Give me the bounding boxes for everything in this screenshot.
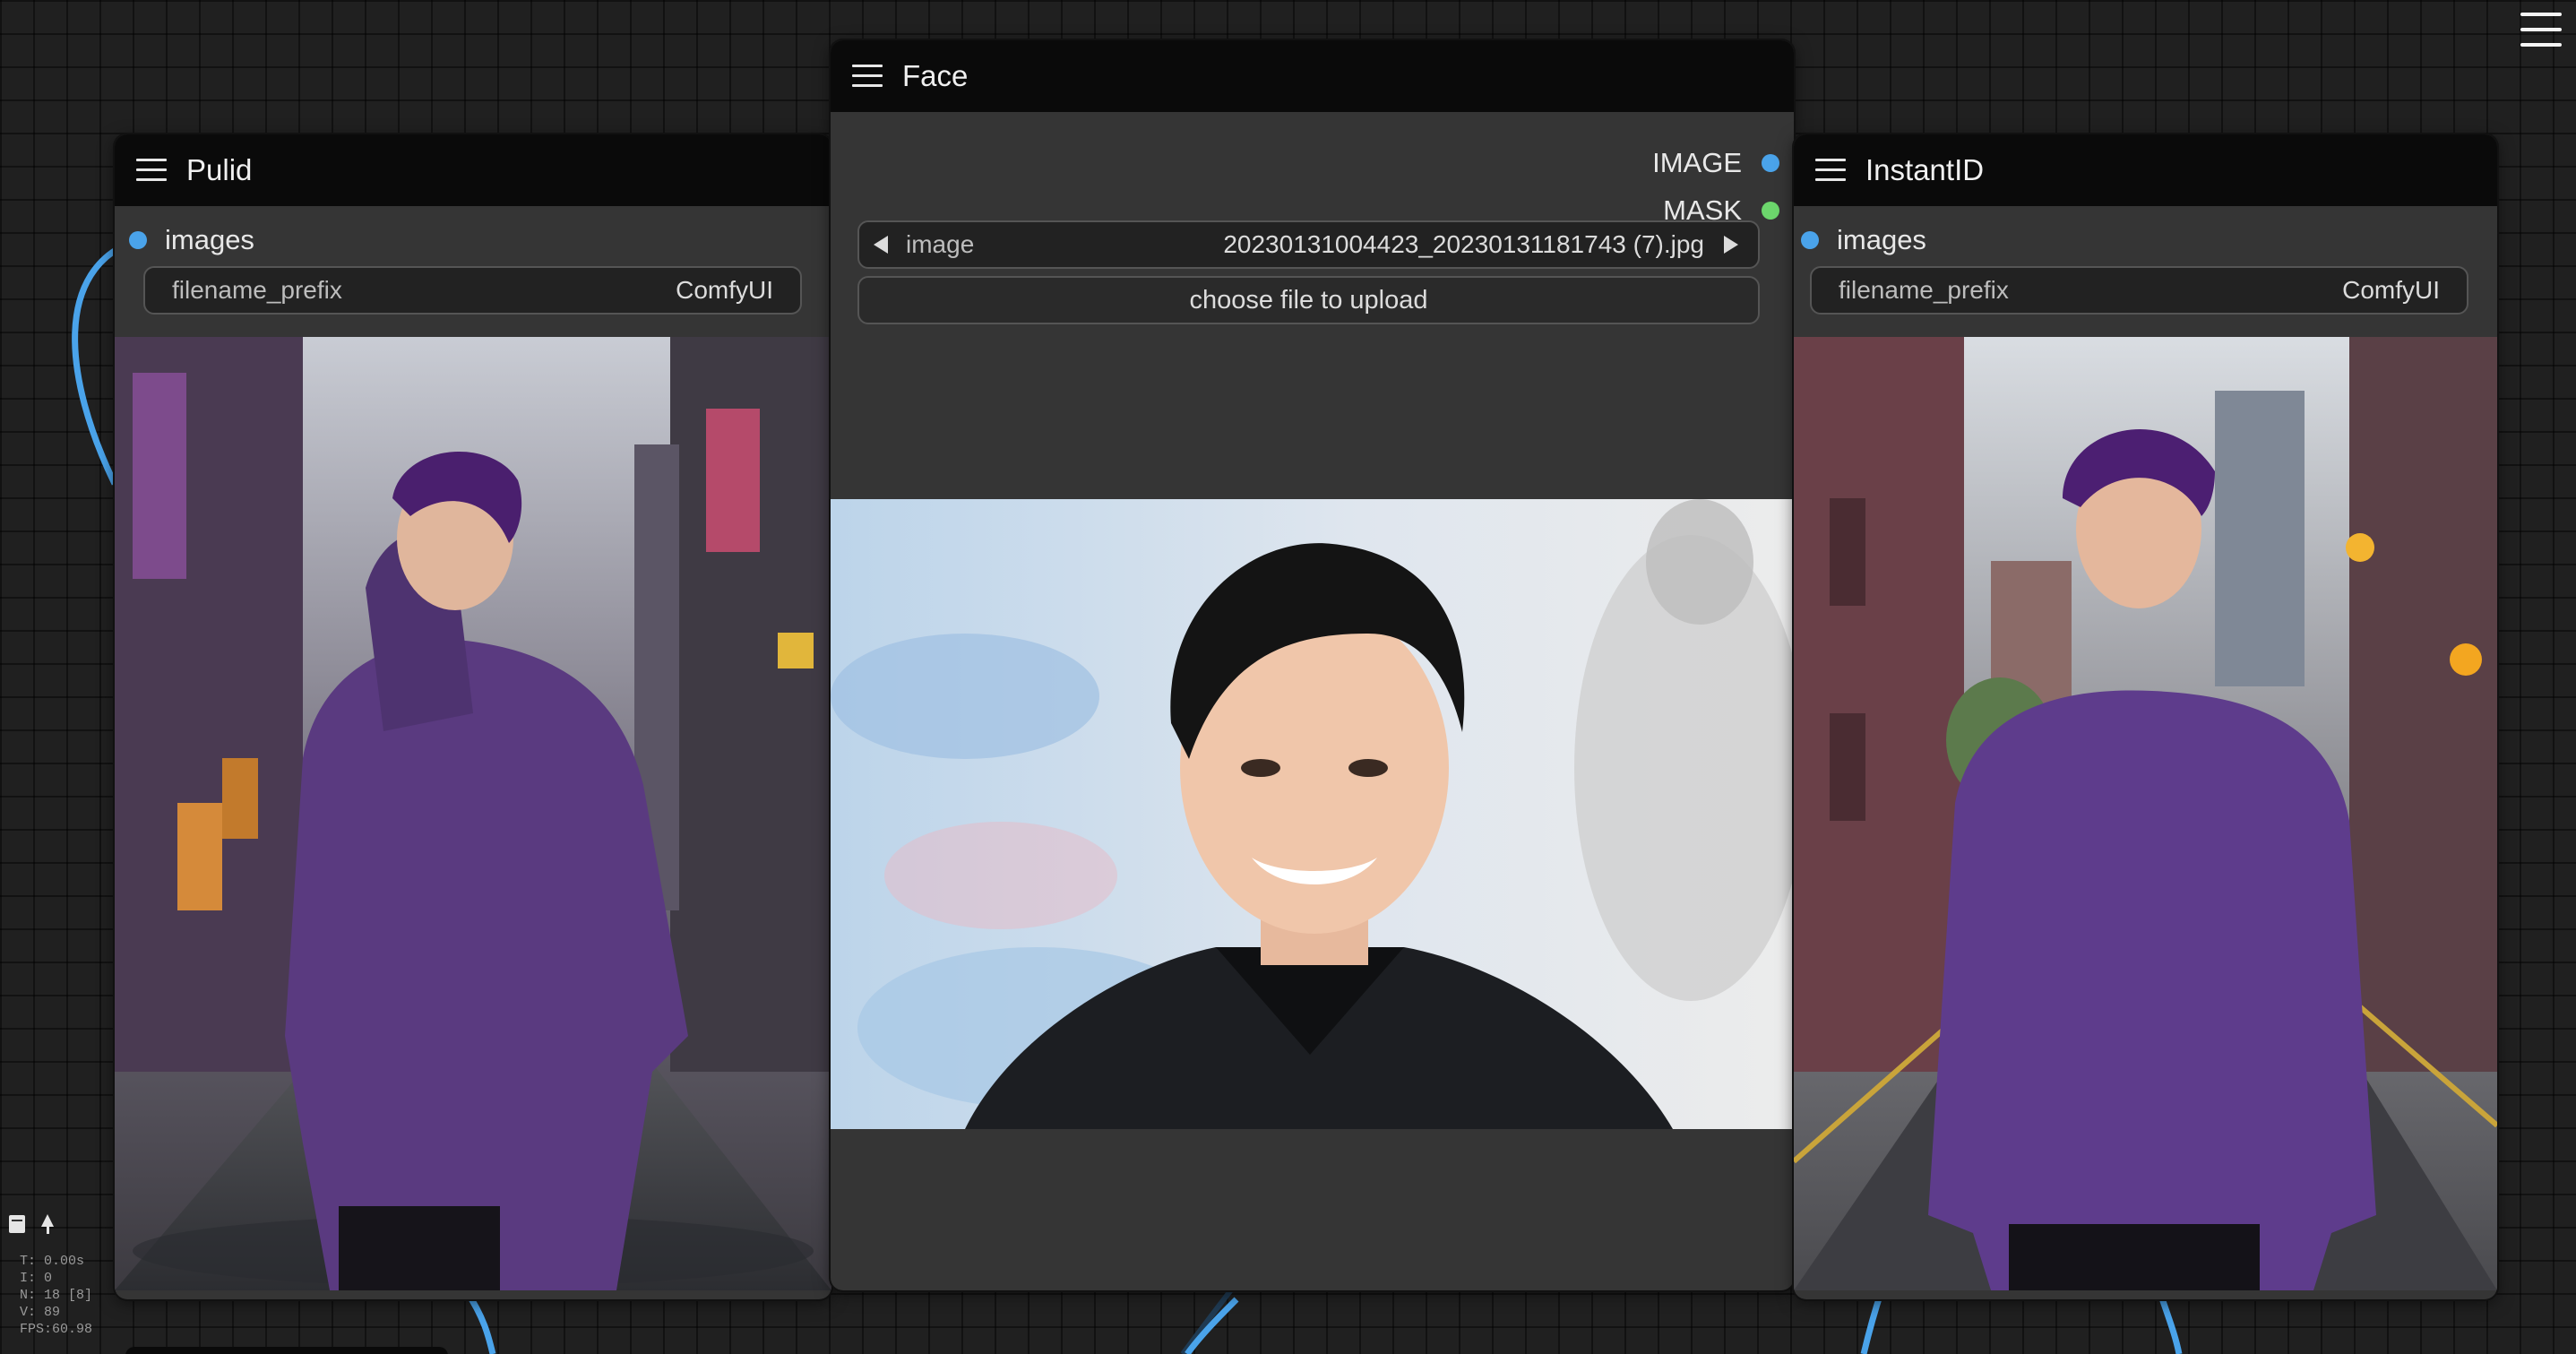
socket-dot[interactable] — [129, 231, 147, 249]
input-socket-images[interactable]: images — [1801, 222, 1926, 258]
socket-label: images — [165, 224, 254, 255]
pin-icon[interactable] — [39, 1214, 56, 1234]
instantid-node[interactable]: InstantID images filename_prefix ComfyUI — [1794, 134, 2497, 1299]
socket-dot[interactable] — [1801, 231, 1819, 249]
hamburger-icon[interactable] — [2520, 13, 2562, 48]
socket-dot[interactable] — [1762, 202, 1779, 220]
node-header[interactable]: Face — [831, 40, 1794, 112]
widget-value: ComfyUI — [2342, 276, 2440, 304]
link-wire — [1860, 1289, 1885, 1354]
arrow-left-icon[interactable] — [874, 236, 888, 254]
upload-button[interactable]: choose file to upload — [857, 276, 1760, 324]
socket-label: images — [1837, 224, 1926, 255]
stat-nodes: N: 18 [8] — [20, 1288, 93, 1303]
generated-image — [1794, 337, 2497, 1290]
filename-prefix-widget[interactable]: filename_prefix ComfyUI — [1810, 266, 2468, 315]
link-wire — [2156, 1289, 2183, 1354]
socket-label: IMAGE — [1652, 147, 1742, 178]
panel-icon[interactable] — [9, 1215, 25, 1233]
link-wire — [463, 1289, 496, 1354]
widget-label: image — [906, 230, 975, 258]
filename-prefix-widget[interactable]: filename_prefix ComfyUI — [143, 266, 802, 315]
stat-fps: FPS:60.98 — [20, 1322, 93, 1337]
hamburger-icon[interactable] — [136, 159, 167, 182]
node-header[interactable]: Pulid — [115, 134, 831, 206]
stat-time: T: 0.00s — [20, 1254, 85, 1269]
widget-label: filename_prefix — [172, 276, 342, 304]
stat-iterations: I: 0 — [20, 1271, 53, 1286]
node-title: Face — [902, 59, 969, 92]
widget-label: filename_prefix — [1839, 276, 2009, 304]
face-node[interactable]: Face IMAGE MASK image 20230131004423_202… — [831, 40, 1794, 1290]
pulid-node[interactable]: Pulid images filename_prefix ComfyUI — [115, 134, 831, 1299]
output-socket-image[interactable]: IMAGE — [1652, 145, 1779, 181]
hamburger-icon[interactable] — [1815, 159, 1846, 182]
widget-value: 20230131004423_20230131181743 (7).jpg — [1223, 230, 1704, 258]
image-preview — [115, 337, 831, 1290]
node-title: InstantID — [1865, 153, 1985, 186]
partial-node[interactable] — [125, 1347, 448, 1354]
image-preview — [1794, 337, 2497, 1290]
input-socket-images[interactable]: images — [129, 222, 254, 258]
link-wire — [1185, 1297, 1239, 1354]
image-select-widget[interactable]: image 20230131004423_20230131181743 (7).… — [857, 220, 1760, 269]
hamburger-icon[interactable] — [852, 65, 883, 88]
socket-dot[interactable] — [1762, 154, 1779, 172]
render-stats: T: 0.00s I: 0 N: 18 [8] V: 89 FPS:60.98 — [20, 1253, 92, 1338]
stats-toolbar — [9, 1214, 56, 1234]
stat-visible: V: 89 — [20, 1305, 61, 1320]
node-title: Pulid — [186, 153, 253, 186]
generated-image — [115, 337, 831, 1290]
arrow-right-icon[interactable] — [1724, 236, 1738, 254]
node-header[interactable]: InstantID — [1794, 134, 2497, 206]
face-image — [831, 499, 1794, 1129]
widget-value: ComfyUI — [676, 276, 773, 304]
image-preview — [831, 499, 1794, 1129]
